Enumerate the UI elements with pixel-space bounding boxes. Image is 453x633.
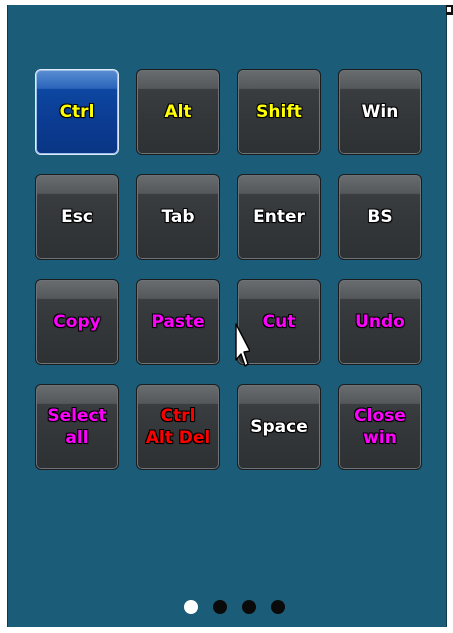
key-label: Cut bbox=[262, 312, 296, 332]
page-dot[interactable] bbox=[184, 600, 198, 614]
key-label: Win bbox=[361, 102, 399, 122]
key-label: BS bbox=[367, 207, 393, 227]
key-close-win[interactable]: Close win bbox=[338, 384, 422, 470]
window-corner-icon bbox=[446, 5, 453, 15]
key-label: Enter bbox=[253, 207, 305, 227]
key-label: Alt bbox=[164, 102, 192, 122]
key-tab[interactable]: Tab bbox=[136, 174, 220, 260]
key-label: Esc bbox=[61, 207, 93, 227]
key-space[interactable]: Space bbox=[237, 384, 321, 470]
key-label: Tab bbox=[161, 207, 195, 227]
key-paste[interactable]: Paste bbox=[136, 279, 220, 365]
key-label: Ctrl Alt Del bbox=[145, 406, 211, 448]
key-label: Paste bbox=[151, 312, 205, 332]
key-label: Undo bbox=[355, 312, 405, 332]
key-esc[interactable]: Esc bbox=[35, 174, 119, 260]
key-enter[interactable]: Enter bbox=[237, 174, 321, 260]
page-dot[interactable] bbox=[213, 600, 227, 614]
page-dot[interactable] bbox=[271, 600, 285, 614]
key-ctrl-alt-del[interactable]: Ctrl Alt Del bbox=[136, 384, 220, 470]
key-alt[interactable]: Alt bbox=[136, 69, 220, 155]
key-ctrl[interactable]: Ctrl bbox=[35, 69, 119, 155]
key-copy[interactable]: Copy bbox=[35, 279, 119, 365]
key-label: Space bbox=[250, 417, 308, 437]
key-backspace[interactable]: BS bbox=[338, 174, 422, 260]
key-shift[interactable]: Shift bbox=[237, 69, 321, 155]
key-label: Select all bbox=[47, 406, 107, 448]
key-label: Ctrl bbox=[59, 102, 95, 122]
key-label: Copy bbox=[53, 312, 101, 332]
key-win[interactable]: Win bbox=[338, 69, 422, 155]
key-label: Close win bbox=[354, 406, 406, 448]
key-undo[interactable]: Undo bbox=[338, 279, 422, 365]
app-frame: Ctrl Alt Shift Win Esc Tab Enter BS Copy… bbox=[0, 0, 453, 633]
key-label: Shift bbox=[256, 102, 302, 122]
page-indicator bbox=[0, 600, 453, 616]
mouse-pointer-icon bbox=[235, 323, 250, 367]
key-select-all[interactable]: Select all bbox=[35, 384, 119, 470]
page-dot[interactable] bbox=[242, 600, 256, 614]
